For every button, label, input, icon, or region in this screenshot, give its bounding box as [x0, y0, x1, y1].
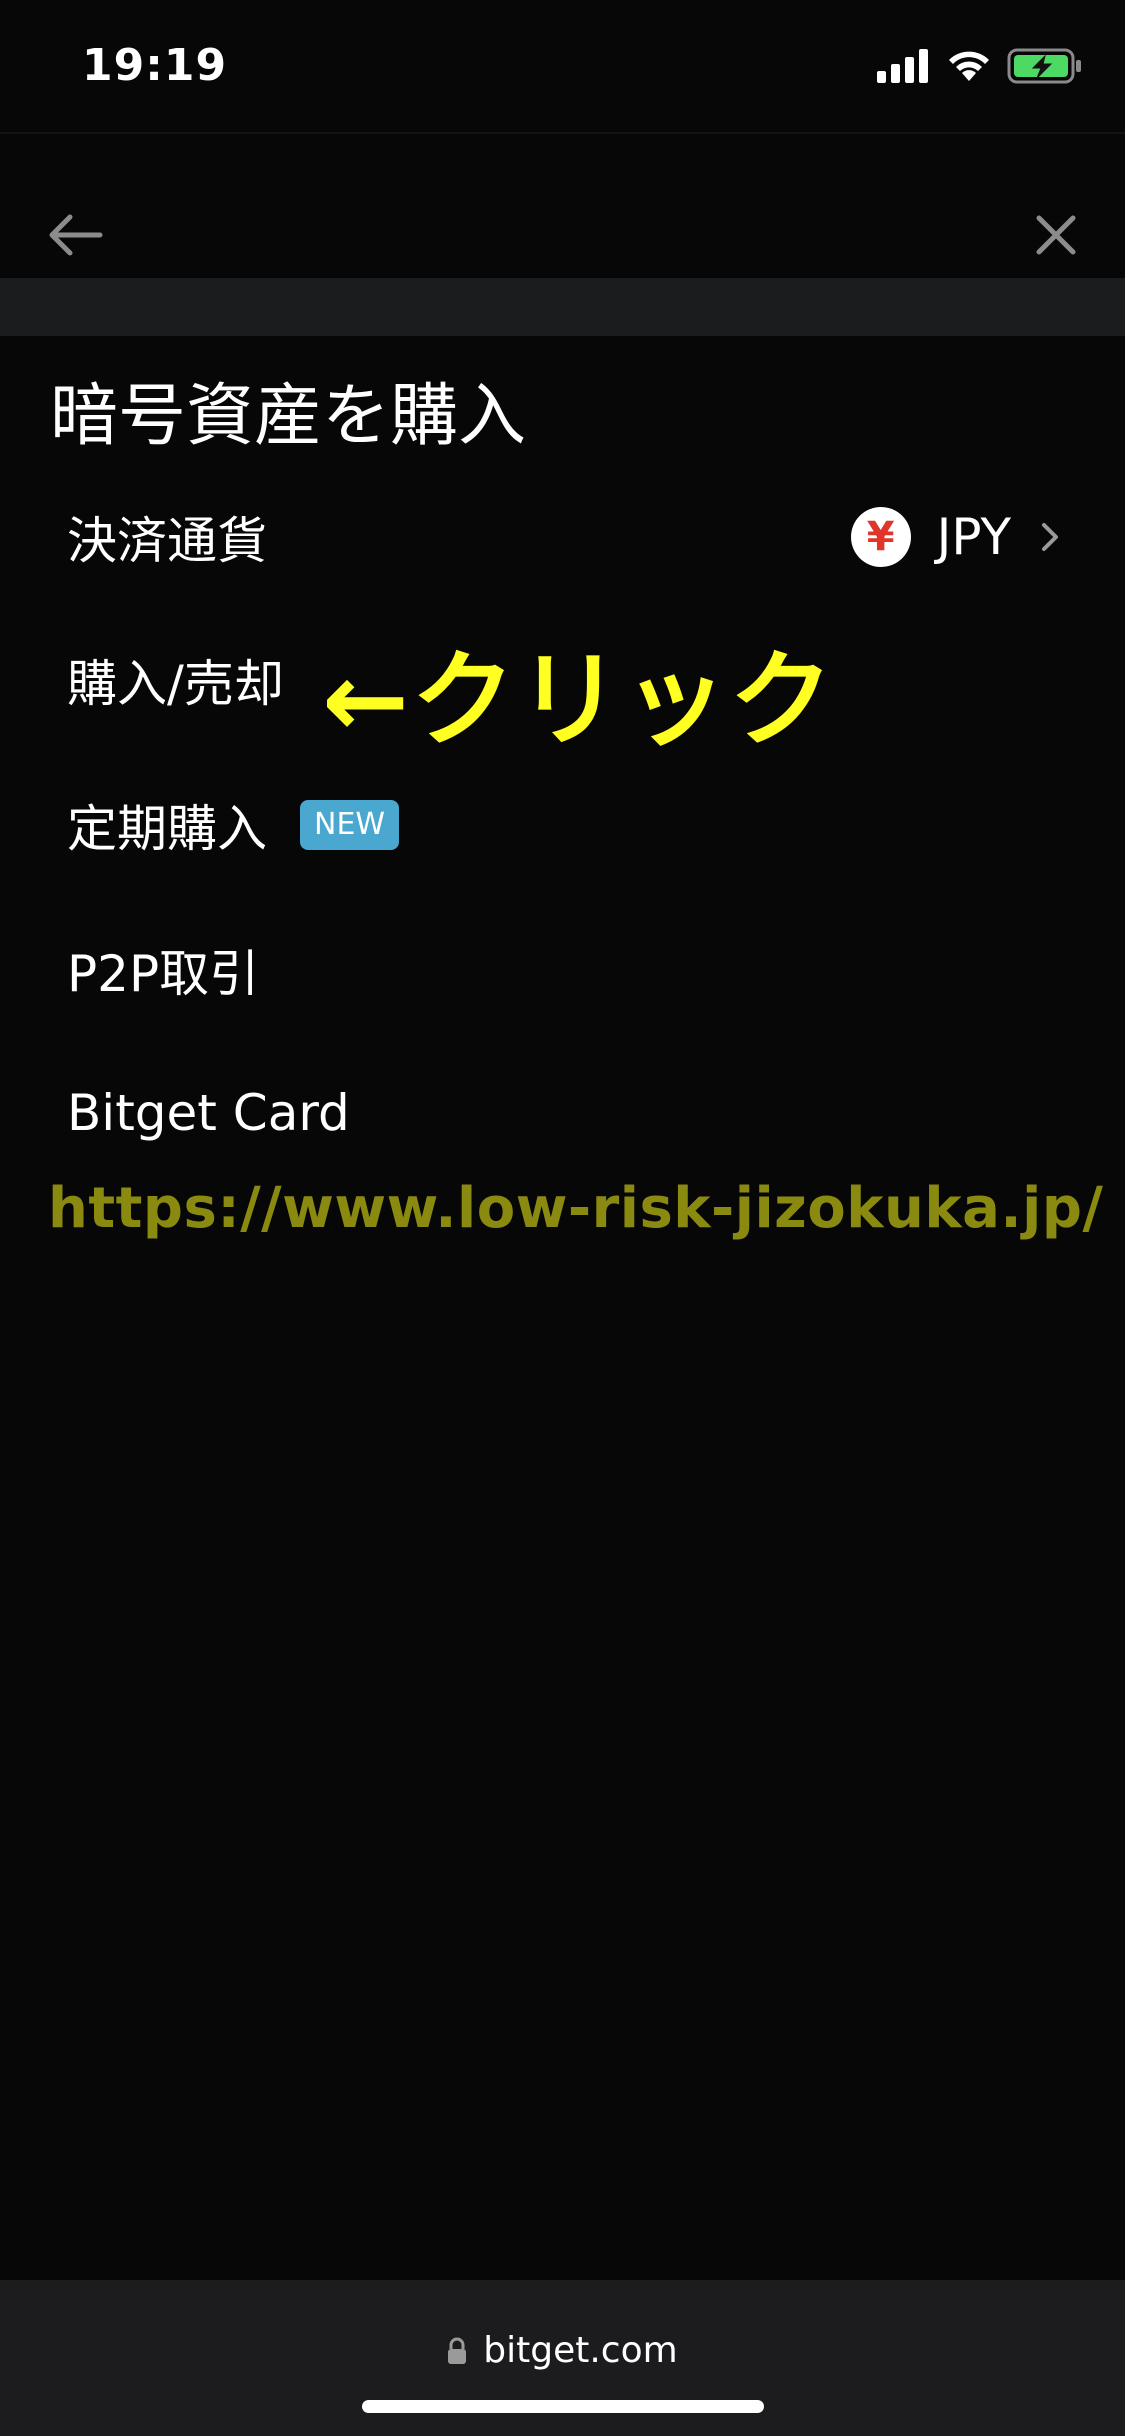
domain-text: bitget.com — [483, 2330, 678, 2371]
home-indicator[interactable] — [362, 2400, 764, 2413]
menu-item-label: Bitget Card — [67, 1084, 350, 1142]
watermark-url: https://www.low-risk-jizokuka.jp/ — [48, 1176, 1104, 1241]
menu-item-payment-currency[interactable]: 決済通貨 ¥ JPY — [0, 477, 1125, 597]
close-button[interactable] — [1023, 202, 1089, 268]
status-icons — [877, 48, 1083, 84]
currency-code: JPY — [936, 508, 1011, 566]
menu-item-label: P2P取引 — [67, 945, 260, 1003]
nav-bar — [0, 190, 1125, 280]
status-time: 19:19 — [82, 40, 228, 91]
yen-icon: ¥ — [850, 507, 911, 567]
cellular-signal-icon — [877, 49, 928, 83]
battery-charging-icon — [1007, 48, 1081, 84]
menu-item-label: 定期購入 — [67, 800, 267, 858]
menu-item-label: 決済通貨 — [67, 512, 267, 570]
close-icon — [1036, 215, 1076, 255]
menu-item-label: 購入/売却 — [67, 655, 284, 713]
status-bar: 19:19 — [0, 0, 1125, 132]
wifi-icon — [949, 51, 989, 81]
menu-item-recurring-buy[interactable]: 定期購入 NEW — [0, 765, 1125, 885]
menu-item-bitget-card[interactable]: Bitget Card — [0, 1053, 1125, 1173]
status-divider — [0, 132, 1125, 134]
address-bar[interactable]: bitget.com — [0, 2330, 1125, 2371]
chevron-right-icon — [1042, 523, 1058, 551]
back-button[interactable] — [44, 208, 108, 262]
currency-selector[interactable]: ¥ JPY — [850, 507, 1061, 567]
lock-icon — [448, 2337, 467, 2364]
page-title: 暗号資産を購入 — [50, 377, 527, 456]
new-badge: NEW — [300, 800, 400, 850]
menu-item-p2p[interactable]: P2P取引 — [0, 910, 1125, 1030]
arrow-left-icon — [49, 214, 103, 256]
section-separator — [0, 278, 1125, 336]
click-annotation: ←クリック — [322, 639, 836, 761]
